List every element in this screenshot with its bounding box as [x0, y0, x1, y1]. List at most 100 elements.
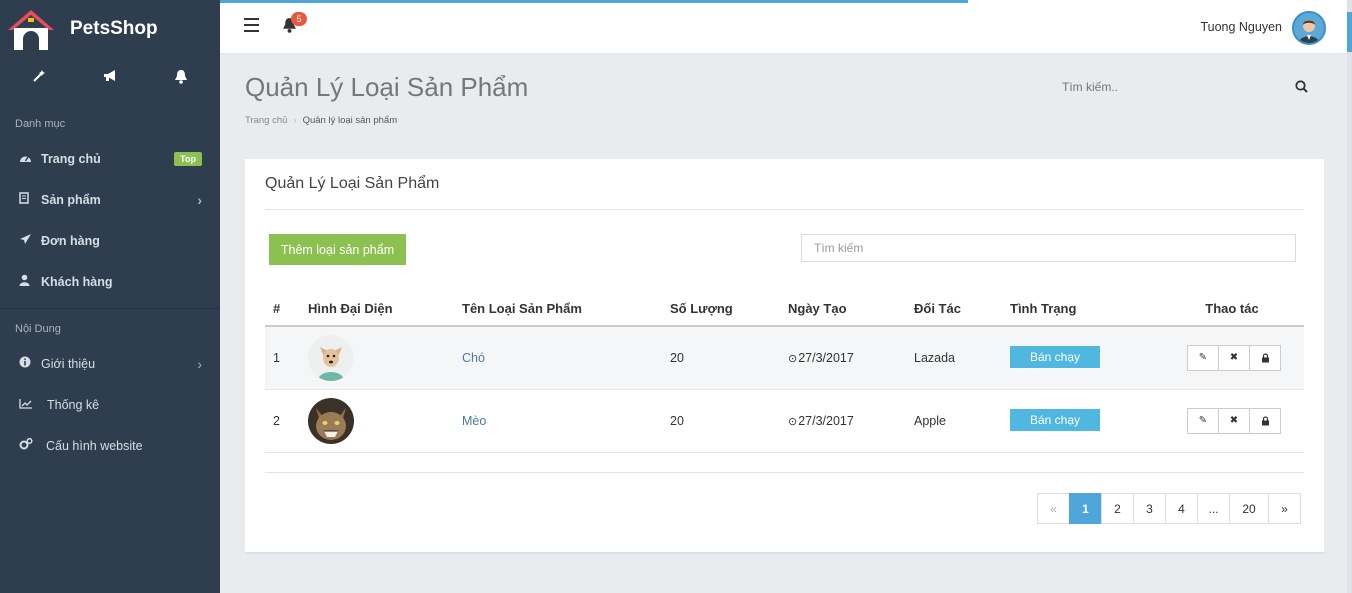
table-row: 2 Mèo 20 ⊙27/3/2017 Apple Bán chạy ✎ ✖: [265, 389, 1304, 453]
table-bottom-divider: [265, 472, 1304, 473]
category-name-link[interactable]: Chó: [462, 351, 485, 365]
scrollbar-thumb[interactable]: [1347, 12, 1352, 52]
sidebar-item-label: Đơn hàng: [41, 233, 100, 248]
page-search: [1062, 80, 1322, 100]
table-header-row: # Hình Đại Diện Tên Loại Sản Phẩm Số Lượ…: [265, 291, 1304, 327]
breadcrumb-current: Quản lý loại sản phẩm: [302, 115, 398, 126]
section-title-categories: Danh mục: [15, 118, 66, 130]
book-icon: [19, 192, 41, 207]
sidebar-item-label: Trang chủ: [41, 151, 101, 166]
user-avatar[interactable]: [1292, 11, 1326, 45]
sidebar-item-label: Khách hàng: [41, 274, 113, 289]
row-image-cell: [308, 326, 462, 390]
user-name[interactable]: Tuong Nguyen: [1200, 20, 1282, 34]
sidebar-item-products[interactable]: Sản phẩm ›: [0, 179, 220, 220]
page-scrollbar[interactable]: [1347, 0, 1352, 593]
pagination-next[interactable]: »: [1268, 493, 1301, 524]
search-icon[interactable]: [1295, 80, 1308, 96]
edit-pencil-icon[interactable]: ✎: [1187, 344, 1219, 371]
col-header-number[interactable]: #: [265, 291, 308, 327]
user-icon: [19, 274, 41, 289]
pagination-page-1[interactable]: 1: [1069, 493, 1102, 524]
row-actions: ✎ ✖: [1160, 326, 1304, 390]
pagination-page-3[interactable]: 3: [1133, 493, 1166, 524]
category-name-link[interactable]: Mèo: [462, 414, 486, 428]
col-header-actions: Thao tác: [1160, 291, 1304, 327]
row-number: 1: [265, 326, 308, 390]
col-header-created[interactable]: Ngày Tạo: [788, 291, 914, 327]
bullhorn-icon[interactable]: [95, 69, 125, 87]
delete-x-icon[interactable]: ✖: [1218, 407, 1250, 434]
panel-title: Quản Lý Loại Sản Phẩm: [265, 175, 440, 192]
paper-plane-icon: [19, 233, 41, 248]
table-row: 1 Chó 20 ⊙27/3/2017 Lazada Bán chạy ✎ ✖: [265, 326, 1304, 390]
row-status: Bán chạy: [1010, 389, 1160, 453]
pagination-prev[interactable]: «: [1037, 493, 1070, 524]
gears-icon: [19, 437, 46, 453]
col-header-status[interactable]: Tình Trạng: [1010, 291, 1160, 327]
pagination-page-4[interactable]: 4: [1165, 493, 1198, 524]
delete-x-icon[interactable]: ✖: [1218, 344, 1250, 371]
sidebar: PetsShop Danh mục Trang chủ Top Sản phẩm…: [0, 0, 220, 593]
bell-icon[interactable]: [166, 69, 196, 88]
sidebar-item-home[interactable]: Trang chủ Top: [0, 138, 220, 179]
category-table: # Hình Đại Diện Tên Loại Sản Phẩm Số Lượ…: [265, 291, 1304, 453]
col-header-partner[interactable]: Đối Tác: [914, 291, 1010, 327]
clock-icon: ⊙: [788, 415, 798, 428]
edit-pencil-icon[interactable]: ✎: [1187, 407, 1219, 434]
magic-wand-icon[interactable]: [24, 69, 54, 87]
row-partner: Lazada: [914, 326, 1010, 390]
notification-count-badge: 5: [291, 12, 307, 26]
lock-icon[interactable]: [1249, 344, 1281, 371]
status-badge: Bán chạy: [1010, 345, 1100, 368]
row-created: ⊙27/3/2017: [788, 389, 914, 453]
table-search-input[interactable]: [801, 234, 1296, 262]
section-title-content: Nội Dung: [15, 323, 61, 335]
brand[interactable]: PetsShop: [0, 0, 220, 58]
sidebar-item-website-config[interactable]: Cấu hình website: [0, 425, 220, 466]
line-chart-icon: [19, 398, 47, 412]
breadcrumb-home[interactable]: Trang chủ: [245, 115, 287, 126]
loading-progress-bar: [220, 0, 968, 3]
add-category-button[interactable]: Thêm loại sản phẩm: [269, 234, 406, 265]
row-actions: ✎ ✖: [1160, 389, 1304, 453]
col-header-quantity[interactable]: Số Lượng: [670, 291, 788, 327]
pagination-page-20[interactable]: 20: [1229, 493, 1269, 524]
row-image-cell: [308, 389, 462, 453]
page-search-input[interactable]: [1062, 80, 1282, 94]
info-icon: [19, 356, 41, 371]
lock-icon[interactable]: [1249, 407, 1281, 434]
brand-name: PetsShop: [70, 18, 158, 39]
sidebar-item-about[interactable]: Giới thiệu ›: [0, 343, 220, 384]
row-quantity: 20: [670, 389, 788, 453]
menu-toggle-icon[interactable]: [244, 18, 259, 36]
breadcrumb: Trang chủ › Quản lý loại sản phẩm: [245, 115, 397, 126]
clock-icon: ⊙: [788, 352, 798, 365]
cat-thumbnail: [308, 397, 354, 444]
col-header-name[interactable]: Tên Loại Sản Phẩm: [462, 291, 670, 327]
breadcrumb-separator-icon: ›: [293, 115, 297, 126]
top-badge: Top: [174, 151, 202, 166]
pagination-page-2[interactable]: 2: [1101, 493, 1134, 524]
status-badge: Bán chạy: [1010, 408, 1100, 431]
sidebar-item-label: Cấu hình website: [46, 438, 143, 453]
row-name: Chó: [462, 326, 670, 390]
panel-divider: [265, 209, 1304, 210]
sidebar-item-label: Sản phẩm: [41, 192, 101, 207]
sidebar-item-statistics[interactable]: Thống kê: [0, 384, 220, 425]
page-title: Quản Lý Loại Sản Phẩm: [245, 72, 529, 102]
sidebar-item-customers[interactable]: Khách hàng: [0, 261, 220, 302]
col-header-image[interactable]: Hình Đại Diện: [308, 291, 462, 327]
created-date: 27/3/2017: [798, 413, 854, 428]
sidebar-item-label: Thống kê: [47, 397, 100, 412]
action-group: ✎ ✖: [1187, 344, 1281, 371]
row-quantity: 20: [670, 326, 788, 390]
sidebar-item-orders[interactable]: Đơn hàng: [0, 220, 220, 261]
chevron-right-icon: ›: [197, 355, 202, 372]
action-group: ✎ ✖: [1187, 407, 1281, 434]
row-created: ⊙27/3/2017: [788, 326, 914, 390]
dog-thumbnail: [308, 334, 354, 381]
pagination: « 1 2 3 4 ... 20 »: [1037, 493, 1301, 524]
house-logo-icon: [6, 6, 56, 52]
pagination-ellipsis: ...: [1197, 493, 1230, 524]
